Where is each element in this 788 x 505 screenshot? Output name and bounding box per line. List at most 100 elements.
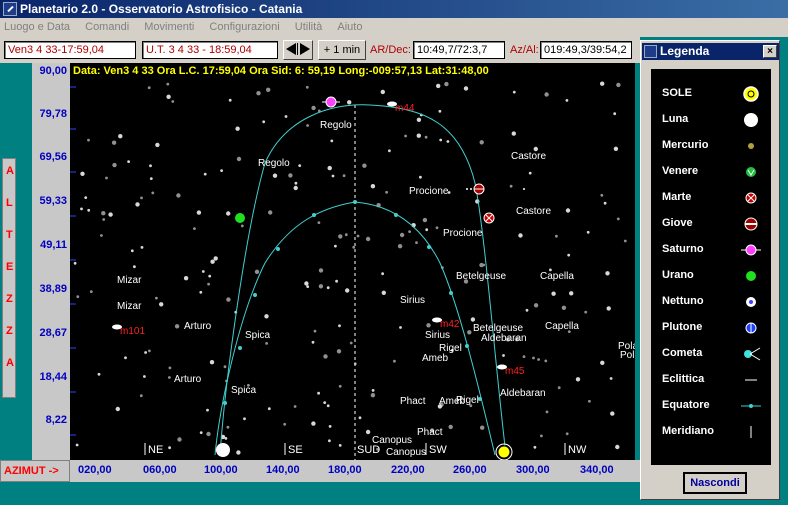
star (235, 126, 240, 131)
star (388, 149, 391, 153)
azimuth-tick: 180,00 (328, 464, 362, 476)
plus-one-minute-button[interactable]: + 1 min (318, 40, 366, 60)
azal-label: Az/Al: (510, 44, 539, 56)
star (408, 230, 411, 234)
menu-configurazioni[interactable]: Configurazioni (209, 21, 279, 33)
menu-comandi[interactable]: Comandi (85, 21, 129, 33)
legend-item: Plutone (651, 315, 771, 341)
azimuth-bar: AZIMUT -> 020,00 060,00 100,00 140,00 18… (0, 460, 640, 482)
star (266, 87, 271, 92)
time-step-arrows[interactable] (283, 40, 313, 60)
menu-utilita[interactable]: Utilità (295, 21, 323, 33)
star (148, 349, 151, 353)
star (544, 92, 549, 97)
menu-movimenti[interactable]: Movimenti (144, 21, 194, 33)
ecliptic-icon (741, 371, 761, 389)
ardec-field[interactable]: 10:49,7/72:3,7 (413, 41, 505, 59)
star (226, 211, 231, 216)
menu-aiuto[interactable]: Aiuto (337, 21, 362, 33)
star (326, 404, 330, 408)
star (323, 354, 328, 359)
star (311, 421, 316, 426)
menu-luogo-e-data[interactable]: Luogo e Data (4, 21, 70, 33)
star-label: Regolo (258, 158, 290, 169)
star-label: Ameb (422, 353, 449, 364)
star (463, 86, 469, 91)
star (565, 99, 569, 102)
star (328, 425, 332, 428)
star (327, 165, 332, 171)
ut-time-field[interactable]: U.T. 3 4 33 - 18:59,04 (142, 41, 278, 59)
star-label: Sirius (425, 330, 450, 341)
star (149, 177, 153, 180)
sky-chart[interactable]: NE SE SUD SW NW Regolo Regolo Castore Casto… (70, 63, 635, 460)
star (479, 140, 484, 145)
azimuth-tick: 140,00 (266, 464, 300, 476)
star (298, 164, 302, 167)
star (147, 86, 151, 90)
star (149, 164, 152, 168)
star (226, 425, 230, 429)
star (365, 429, 371, 435)
star (616, 82, 621, 88)
star (283, 422, 287, 426)
legend-item: Meridiano (651, 419, 771, 445)
legend-item-label: Urano (662, 269, 694, 281)
star (344, 233, 348, 237)
star (268, 210, 273, 215)
azimuth-tick: 300,00 (516, 464, 550, 476)
local-time-field[interactable]: Ven3 4 33-17:59,04 (4, 41, 136, 59)
planetario-window: Planetario 2.0 - Osservatorio Astrofisic… (0, 0, 788, 505)
azal-field[interactable]: 019:49,3/39:54,2 (540, 41, 632, 59)
star (509, 184, 513, 188)
star (522, 355, 526, 358)
legend-item: Equatore (651, 393, 771, 419)
hide-legend-button[interactable]: Nascondi (683, 472, 747, 494)
star-label: Canopus (372, 435, 412, 446)
uranus-marker (235, 213, 245, 223)
star (480, 425, 485, 430)
star (397, 244, 403, 249)
star (236, 156, 242, 162)
star (174, 324, 180, 329)
star-label: Arturo (174, 374, 202, 385)
star (352, 245, 356, 249)
star (439, 138, 443, 142)
star (551, 291, 556, 296)
star (171, 100, 175, 103)
legend-item-label: Equatore (662, 399, 710, 411)
saturn-marker (322, 96, 340, 108)
altitude-tick: 8,22 (45, 414, 67, 426)
legend-item: Saturno (651, 237, 771, 263)
star (213, 256, 218, 261)
legend-app-icon (644, 45, 657, 58)
star (586, 230, 590, 234)
azimuth-tick: 060,00 (143, 464, 177, 476)
comet-icon (741, 345, 761, 363)
star (97, 372, 101, 376)
legend-item: Eclittica (651, 367, 771, 393)
altitude-letter: A (6, 357, 14, 369)
altitude-letter: A (6, 165, 14, 177)
star-label: Procione (409, 186, 449, 197)
star (183, 276, 189, 281)
star (422, 217, 428, 223)
star (293, 405, 297, 408)
compass-nw: NW (568, 444, 587, 456)
star (600, 81, 605, 86)
star (168, 376, 171, 379)
star (73, 261, 77, 265)
legend-item-label: Saturno (662, 243, 704, 255)
altitude-tick: 59,33 (39, 195, 67, 207)
star (176, 193, 181, 198)
altitude-tick: 38,89 (39, 283, 67, 295)
star (349, 341, 353, 345)
altitude-tick: 49,11 (40, 239, 67, 251)
star (381, 290, 386, 295)
star (265, 342, 268, 345)
star (100, 234, 103, 237)
close-icon[interactable]: × (763, 45, 777, 58)
star (588, 399, 591, 403)
star (313, 329, 317, 333)
azimut-button[interactable]: AZIMUT -> (0, 460, 70, 482)
